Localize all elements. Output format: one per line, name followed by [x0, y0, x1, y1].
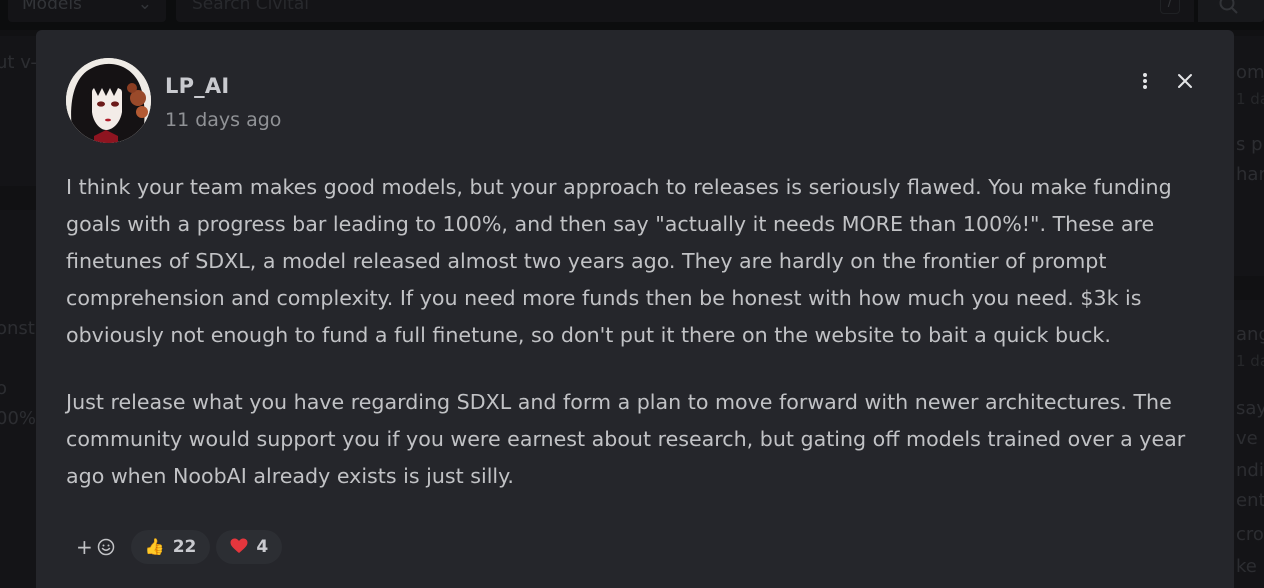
- plus-icon: +: [76, 535, 93, 559]
- heart-icon: [230, 538, 248, 557]
- reaction-count: 22: [172, 537, 197, 557]
- comment-timestamp: 11 days ago: [165, 109, 282, 131]
- reactions-bar: + 👍 22 4: [66, 530, 283, 564]
- close-button[interactable]: [1172, 68, 1198, 94]
- comment-paragraph: I think your team makes good models, but…: [66, 175, 1172, 347]
- heart-shape: [230, 538, 248, 553]
- thumbs-up-icon: 👍: [144, 537, 165, 556]
- comment-modal: LP_AI 11 days ago I think your team make…: [36, 30, 1234, 588]
- comment-username[interactable]: LP_AI: [165, 74, 229, 98]
- more-options-button[interactable]: [1132, 68, 1158, 94]
- reaction-count: 4: [256, 537, 269, 557]
- smiley-icon: [97, 538, 115, 556]
- comment-paragraph: Just release what you have regarding SDX…: [66, 390, 1186, 488]
- avatar[interactable]: [66, 58, 151, 143]
- reaction-heart[interactable]: 4: [216, 530, 283, 564]
- reaction-thumbs-up[interactable]: 👍 22: [130, 530, 211, 564]
- close-icon: [1178, 74, 1192, 88]
- comment-body: I think your team makes good models, but…: [66, 169, 1206, 525]
- dots-vertical-icon: [1143, 73, 1147, 89]
- add-reaction-button[interactable]: +: [66, 530, 125, 564]
- avatar-image: [66, 58, 151, 143]
